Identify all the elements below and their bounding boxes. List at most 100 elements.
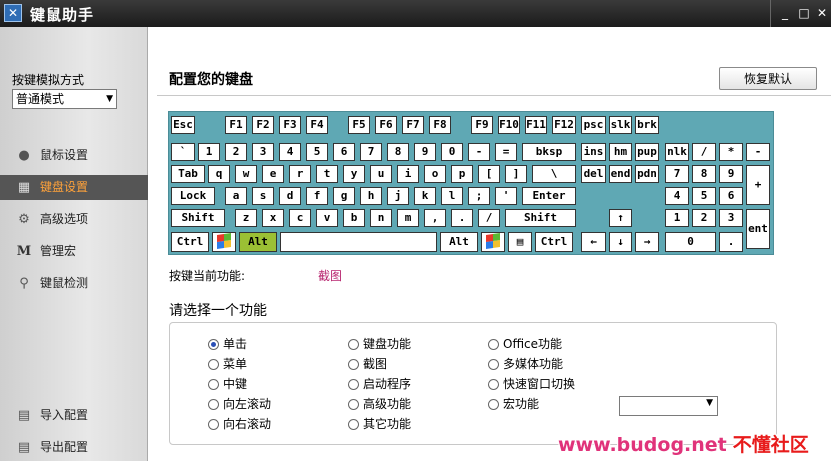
key[interactable]: ' [495, 187, 517, 205]
key[interactable]: s [252, 187, 274, 205]
key[interactable]: brk [635, 116, 659, 134]
key-windows[interactable] [481, 232, 505, 252]
key[interactable]: ] [505, 165, 527, 183]
key[interactable]: 4 [665, 187, 689, 205]
key[interactable]: . [719, 232, 743, 252]
key[interactable]: e [262, 165, 284, 183]
key[interactable]: nlk [665, 143, 689, 161]
key[interactable]: \ [532, 165, 576, 183]
key[interactable]: Lock [171, 187, 215, 205]
key[interactable]: a [225, 187, 247, 205]
key[interactable]: [ [478, 165, 500, 183]
key[interactable]: t [316, 165, 338, 183]
key[interactable]: F2 [252, 116, 274, 134]
sidebar-item-export[interactable]: ▤ 导出配置 [0, 435, 148, 460]
key[interactable]: 5 [306, 143, 328, 161]
option-menu[interactable]: 菜单 [208, 356, 247, 372]
key[interactable]: / [692, 143, 716, 161]
key[interactable]: o [424, 165, 446, 183]
key[interactable]: = [495, 143, 517, 161]
option-launch-program[interactable]: 启动程序 [348, 376, 411, 392]
key[interactable]: ent [746, 209, 770, 249]
key-windows[interactable] [212, 232, 236, 252]
key[interactable]: ins [581, 143, 606, 161]
key[interactable]: 3 [252, 143, 274, 161]
key[interactable]: i [397, 165, 419, 183]
key[interactable]: q [208, 165, 230, 183]
key[interactable]: end [609, 165, 632, 183]
key-menu[interactable]: ▤ [508, 232, 532, 252]
close-button[interactable]: ✕ [815, 6, 829, 20]
maximize-button[interactable]: □ [797, 6, 811, 20]
key[interactable]: F7 [402, 116, 424, 134]
key[interactable]: p [451, 165, 473, 183]
key[interactable]: x [262, 209, 284, 227]
restore-default-button[interactable]: 恢复默认 [719, 67, 817, 90]
key[interactable]: ← [581, 232, 606, 252]
key[interactable]: 5 [692, 187, 716, 205]
key[interactable]: Shift [171, 209, 225, 227]
key[interactable]: Tab [171, 165, 205, 183]
key[interactable]: F6 [375, 116, 397, 134]
key-space[interactable] [280, 232, 437, 252]
key[interactable]: f [306, 187, 328, 205]
key[interactable]: Enter [522, 187, 576, 205]
key[interactable]: F8 [429, 116, 451, 134]
key[interactable]: h [360, 187, 382, 205]
key[interactable]: 0 [665, 232, 716, 252]
key[interactable]: m [397, 209, 419, 227]
key[interactable]: k [414, 187, 436, 205]
key[interactable]: j [387, 187, 409, 205]
option-click[interactable]: 单击 [208, 336, 247, 352]
key[interactable]: u [370, 165, 392, 183]
key[interactable]: b [343, 209, 365, 227]
key[interactable]: pup [635, 143, 659, 161]
key[interactable]: bksp [522, 143, 576, 161]
key[interactable]: Ctrl [171, 232, 209, 252]
sidebar-item-mouse[interactable]: ● 鼠标设置 [0, 143, 148, 168]
option-keyboard-func[interactable]: 键盘功能 [348, 336, 411, 352]
key[interactable]: ↑ [609, 209, 632, 227]
key[interactable]: del [581, 165, 606, 183]
option-window-switch[interactable]: 快速窗口切换 [488, 376, 575, 392]
key[interactable]: 2 [692, 209, 716, 227]
key[interactable]: z [235, 209, 257, 227]
key[interactable]: 0 [441, 143, 463, 161]
option-screenshot[interactable]: 截图 [348, 356, 387, 372]
key[interactable]: F5 [348, 116, 370, 134]
key[interactable]: y [343, 165, 365, 183]
key[interactable]: 1 [198, 143, 220, 161]
key[interactable]: n [370, 209, 392, 227]
key[interactable]: 9 [719, 165, 743, 183]
key[interactable]: 4 [279, 143, 301, 161]
key[interactable]: F4 [306, 116, 328, 134]
key[interactable]: 3 [719, 209, 743, 227]
key[interactable]: F3 [279, 116, 301, 134]
key[interactable]: Alt [239, 232, 277, 252]
key[interactable]: slk [609, 116, 632, 134]
key[interactable]: ` [171, 143, 195, 161]
key[interactable]: 8 [692, 165, 716, 183]
key[interactable]: / [478, 209, 500, 227]
key[interactable]: 9 [414, 143, 436, 161]
option-advanced-func[interactable]: 高级功能 [348, 396, 411, 412]
option-other-func[interactable]: 其它功能 [348, 416, 411, 432]
key[interactable]: 7 [360, 143, 382, 161]
option-middle[interactable]: 中键 [208, 376, 247, 392]
sidebar-item-advanced[interactable]: ⚙ 高级选项 [0, 207, 148, 232]
key[interactable]: v [316, 209, 338, 227]
key[interactable]: Ctrl [535, 232, 573, 252]
key[interactable]: 1 [665, 209, 689, 227]
key[interactable]: 2 [225, 143, 247, 161]
option-scroll-right[interactable]: 向右滚动 [208, 416, 271, 432]
key[interactable]: w [235, 165, 257, 183]
key[interactable]: hm [609, 143, 632, 161]
key[interactable]: → [635, 232, 659, 252]
key[interactable]: 6 [719, 187, 743, 205]
key[interactable]: F1 [225, 116, 247, 134]
key[interactable]: d [279, 187, 301, 205]
key[interactable]: F9 [471, 116, 493, 134]
key[interactable]: + [746, 165, 770, 205]
key[interactable]: - [468, 143, 490, 161]
option-multimedia[interactable]: 多媒体功能 [488, 356, 563, 372]
